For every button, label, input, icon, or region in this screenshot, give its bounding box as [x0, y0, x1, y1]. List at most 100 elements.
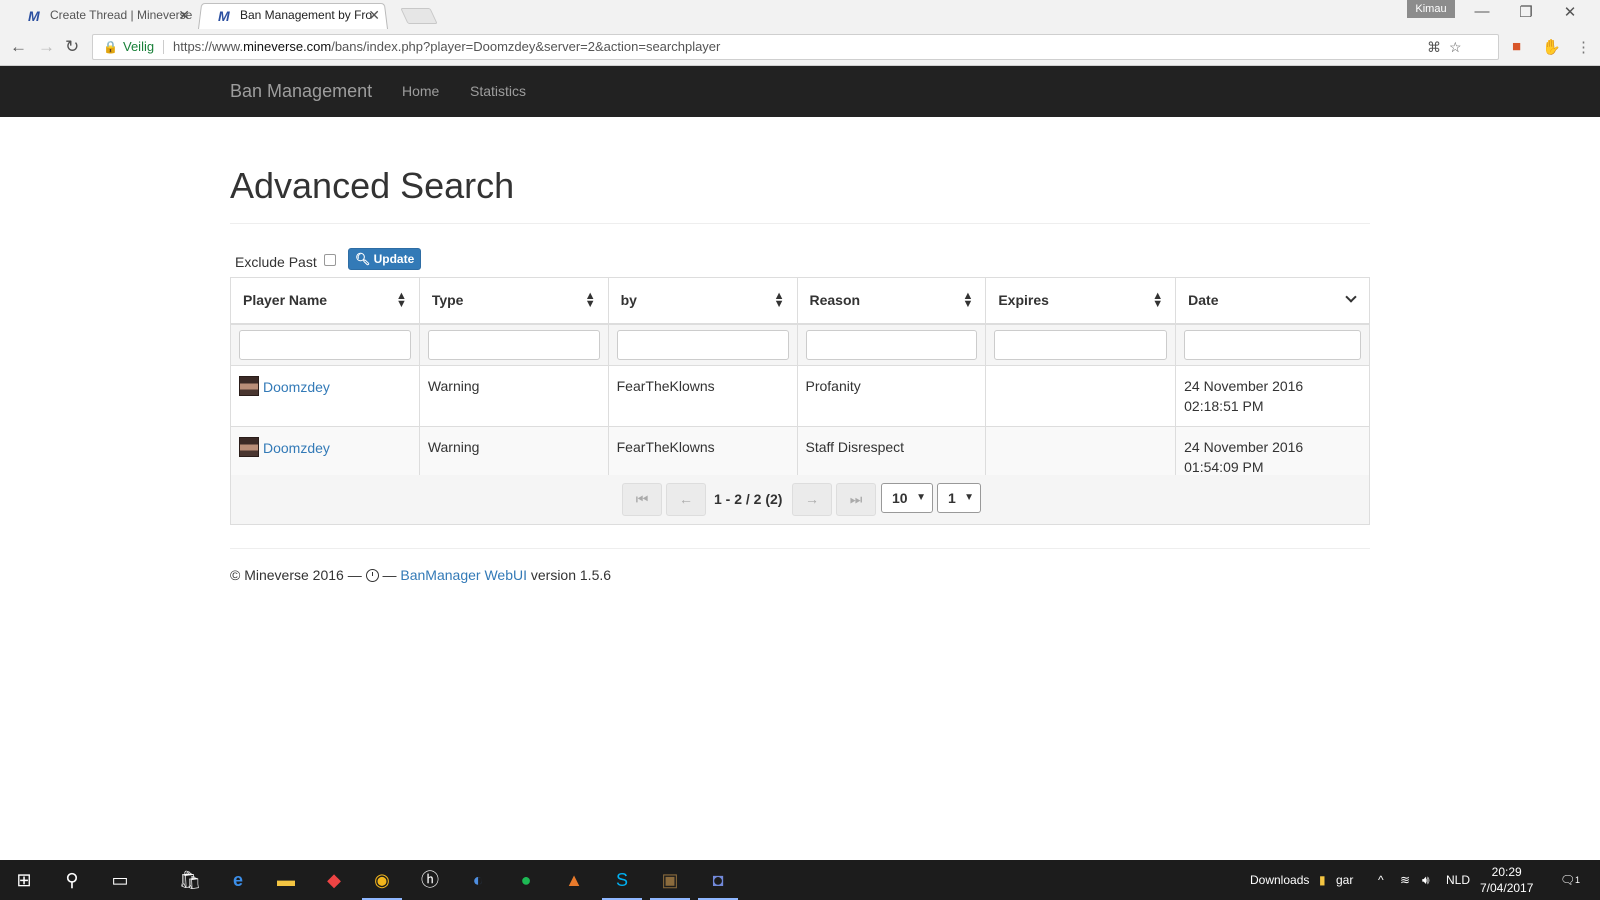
player-link[interactable]: Doomzdey: [263, 440, 330, 456]
nav-home[interactable]: Home: [402, 83, 439, 99]
banmanager-link[interactable]: BanManager WebUI: [400, 567, 527, 583]
menu-icon[interactable]: ⋮: [1576, 38, 1591, 56]
close-tab-icon[interactable]: ✕: [368, 2, 380, 28]
next-page-icon[interactable]: →: [792, 483, 832, 516]
back-icon[interactable]: ←: [10, 37, 27, 57]
hp-icon[interactable]: ⓗ: [406, 860, 454, 900]
minimize-icon[interactable]: —: [1460, 3, 1504, 20]
player-avatar: [239, 436, 259, 457]
player-link[interactable]: Doomzdey: [263, 379, 330, 395]
folder-toolbar[interactable]: gar: [1336, 860, 1353, 900]
filter-type-input[interactable]: [427, 329, 600, 360]
search-icon[interactable]: ⚲: [48, 860, 96, 900]
close-tab-icon[interactable]: ✕: [178, 2, 190, 28]
brand-link[interactable]: Ban Management: [230, 81, 372, 102]
tab-ban-management[interactable]: M Ban Management by Fro ✕: [198, 2, 388, 29]
divider: [163, 40, 164, 54]
lock-icon: 🔒: [103, 40, 118, 54]
restore-icon[interactable]: ❐: [1504, 3, 1548, 21]
mineverse-favicon: M: [218, 8, 230, 24]
clock-icon: [365, 569, 379, 582]
first-page-icon[interactable]: ⏮: [622, 483, 662, 516]
dropdown-caret-icon: ▼: [916, 492, 926, 503]
filter-player-name-input[interactable]: [239, 329, 411, 360]
sort-icon: ▲ ▼: [1152, 290, 1164, 310]
new-tab-button[interactable]: [400, 8, 438, 24]
paint-app-icon[interactable]: ◆: [310, 860, 358, 900]
system-clock[interactable]: 20:29 7/04/2017: [1480, 864, 1533, 896]
header-label: Type: [431, 292, 464, 309]
nav-statistics[interactable]: Statistics: [470, 83, 526, 99]
extension-icon[interactable]: ✋: [1542, 38, 1561, 56]
file-explorer-icon[interactable]: ▬: [262, 860, 310, 900]
browser-tabbar: M Create Thread | Mineverse ✕ M Ban Mana…: [0, 0, 1600, 29]
volume-icon[interactable]: 🔊︎: [1422, 860, 1430, 900]
column-header-expires[interactable]: Expires ▲ ▼: [985, 277, 1177, 325]
divider: [230, 223, 1370, 224]
exclude-past-label: Exclude Past: [235, 254, 317, 270]
footer: © Mineverse 2016 — — BanManager WebUI ve…: [230, 567, 611, 583]
page-size-select[interactable]: 10 ▼: [881, 483, 933, 513]
clock-date: 7/04/2017: [1480, 881, 1534, 895]
update-button[interactable]: 🔍︎ Update: [348, 248, 422, 270]
type-cell: Warning: [418, 364, 609, 427]
filter-expires-input[interactable]: [994, 329, 1168, 360]
version-text: version 1.5.6: [530, 567, 612, 583]
language-indicator[interactable]: NLD: [1446, 860, 1470, 900]
extension-icon[interactable]: ■: [1512, 38, 1521, 55]
downloads-toolbar[interactable]: Downloads: [1250, 860, 1309, 900]
notifications-icon[interactable]: 🗨︎: [1560, 860, 1575, 900]
ban-table: Player Name ▲ ▼ Type ▲ ▼ by ▲ ▼ Reason ▲ ▼ Expir…: [230, 277, 1370, 488]
dropdown-caret-icon: ▼: [964, 492, 974, 503]
page-size-value: 10: [892, 490, 908, 506]
sort-icon: ▲ ▼: [962, 290, 974, 310]
tray-chevron-icon[interactable]: ^: [1378, 860, 1384, 900]
search-options: Exclude Past 🔍︎ Update: [235, 248, 422, 270]
filter-reason-input[interactable]: [805, 329, 978, 360]
forward-icon[interactable]: →: [38, 37, 55, 57]
column-header-reason[interactable]: Reason ▲ ▼: [796, 277, 987, 325]
skype-icon[interactable]: S: [598, 860, 646, 900]
table-row: Doomzdey Warning FearTheKlowns Profanity…: [230, 364, 1370, 427]
bookmark-star-icon[interactable]: ☆: [1449, 35, 1462, 59]
filter-row: [230, 323, 1370, 366]
by-cell: FearTheKlowns: [607, 364, 798, 427]
column-header-by[interactable]: by ▲ ▼: [607, 277, 798, 325]
chevron-down-icon: [1345, 291, 1357, 303]
filter-date-input[interactable]: [1184, 329, 1361, 360]
app-icon[interactable]: ◐: [454, 860, 502, 900]
copyright-text: © Mineverse 2016 —: [230, 567, 362, 583]
page-info: 1 - 2 / 2 (2): [714, 491, 783, 507]
tab-title: Ban Management by Fro: [240, 8, 373, 22]
spotify-icon[interactable]: ●: [502, 860, 550, 900]
sort-icon: ▲ ▼: [395, 290, 407, 310]
app-icon[interactable]: ▲: [550, 860, 598, 900]
store-icon[interactable]: 🛍: [166, 860, 214, 900]
windows-taskbar: ⊞ ⚲ ▭ 🛍 e ▬ ◆ ◉ ⓗ ◐ ● ▲ S ▣ ◘ Downloads …: [0, 860, 1600, 900]
previous-page-icon[interactable]: ←: [666, 483, 706, 516]
close-window-icon[interactable]: ✕: [1548, 3, 1592, 21]
profile-badge[interactable]: Kimau: [1407, 0, 1455, 18]
reload-icon[interactable]: ↻: [65, 37, 79, 57]
exclude-past-checkbox[interactable]: [323, 254, 336, 266]
chrome-icon[interactable]: ◉: [358, 860, 406, 900]
column-header-type[interactable]: Type ▲ ▼: [418, 277, 609, 325]
column-header-player-name[interactable]: Player Name ▲ ▼: [230, 277, 420, 325]
last-page-icon[interactable]: ⏭: [836, 483, 876, 516]
wifi-icon[interactable]: ≋: [1400, 860, 1410, 900]
sort-icon: ▲ ▼: [584, 290, 596, 310]
task-view-icon[interactable]: ▭: [96, 860, 144, 900]
windows-start-icon[interactable]: ⊞: [0, 860, 48, 900]
player-avatar: [239, 375, 259, 396]
edge-icon[interactable]: e: [214, 860, 262, 900]
header-label: Reason: [809, 292, 861, 309]
page-number-select[interactable]: 1 ▼: [937, 483, 981, 513]
pagination-bar: ⏮ ← 1 - 2 / 2 (2) → ⏭ 10 ▼ 1 ▼: [230, 475, 1370, 525]
tab-create-thread[interactable]: M Create Thread | Mineverse ✕: [8, 2, 198, 29]
minecraft-icon[interactable]: ▣: [646, 860, 694, 900]
column-header-date[interactable]: Date: [1175, 277, 1370, 325]
discord-icon[interactable]: ◘: [694, 860, 742, 900]
filter-by-input[interactable]: [616, 329, 789, 360]
url-bar[interactable]: 🔒 Veilig https://www.mineverse.com/bans/…: [92, 34, 1499, 60]
translate-icon[interactable]: ⌘: [1427, 35, 1441, 59]
